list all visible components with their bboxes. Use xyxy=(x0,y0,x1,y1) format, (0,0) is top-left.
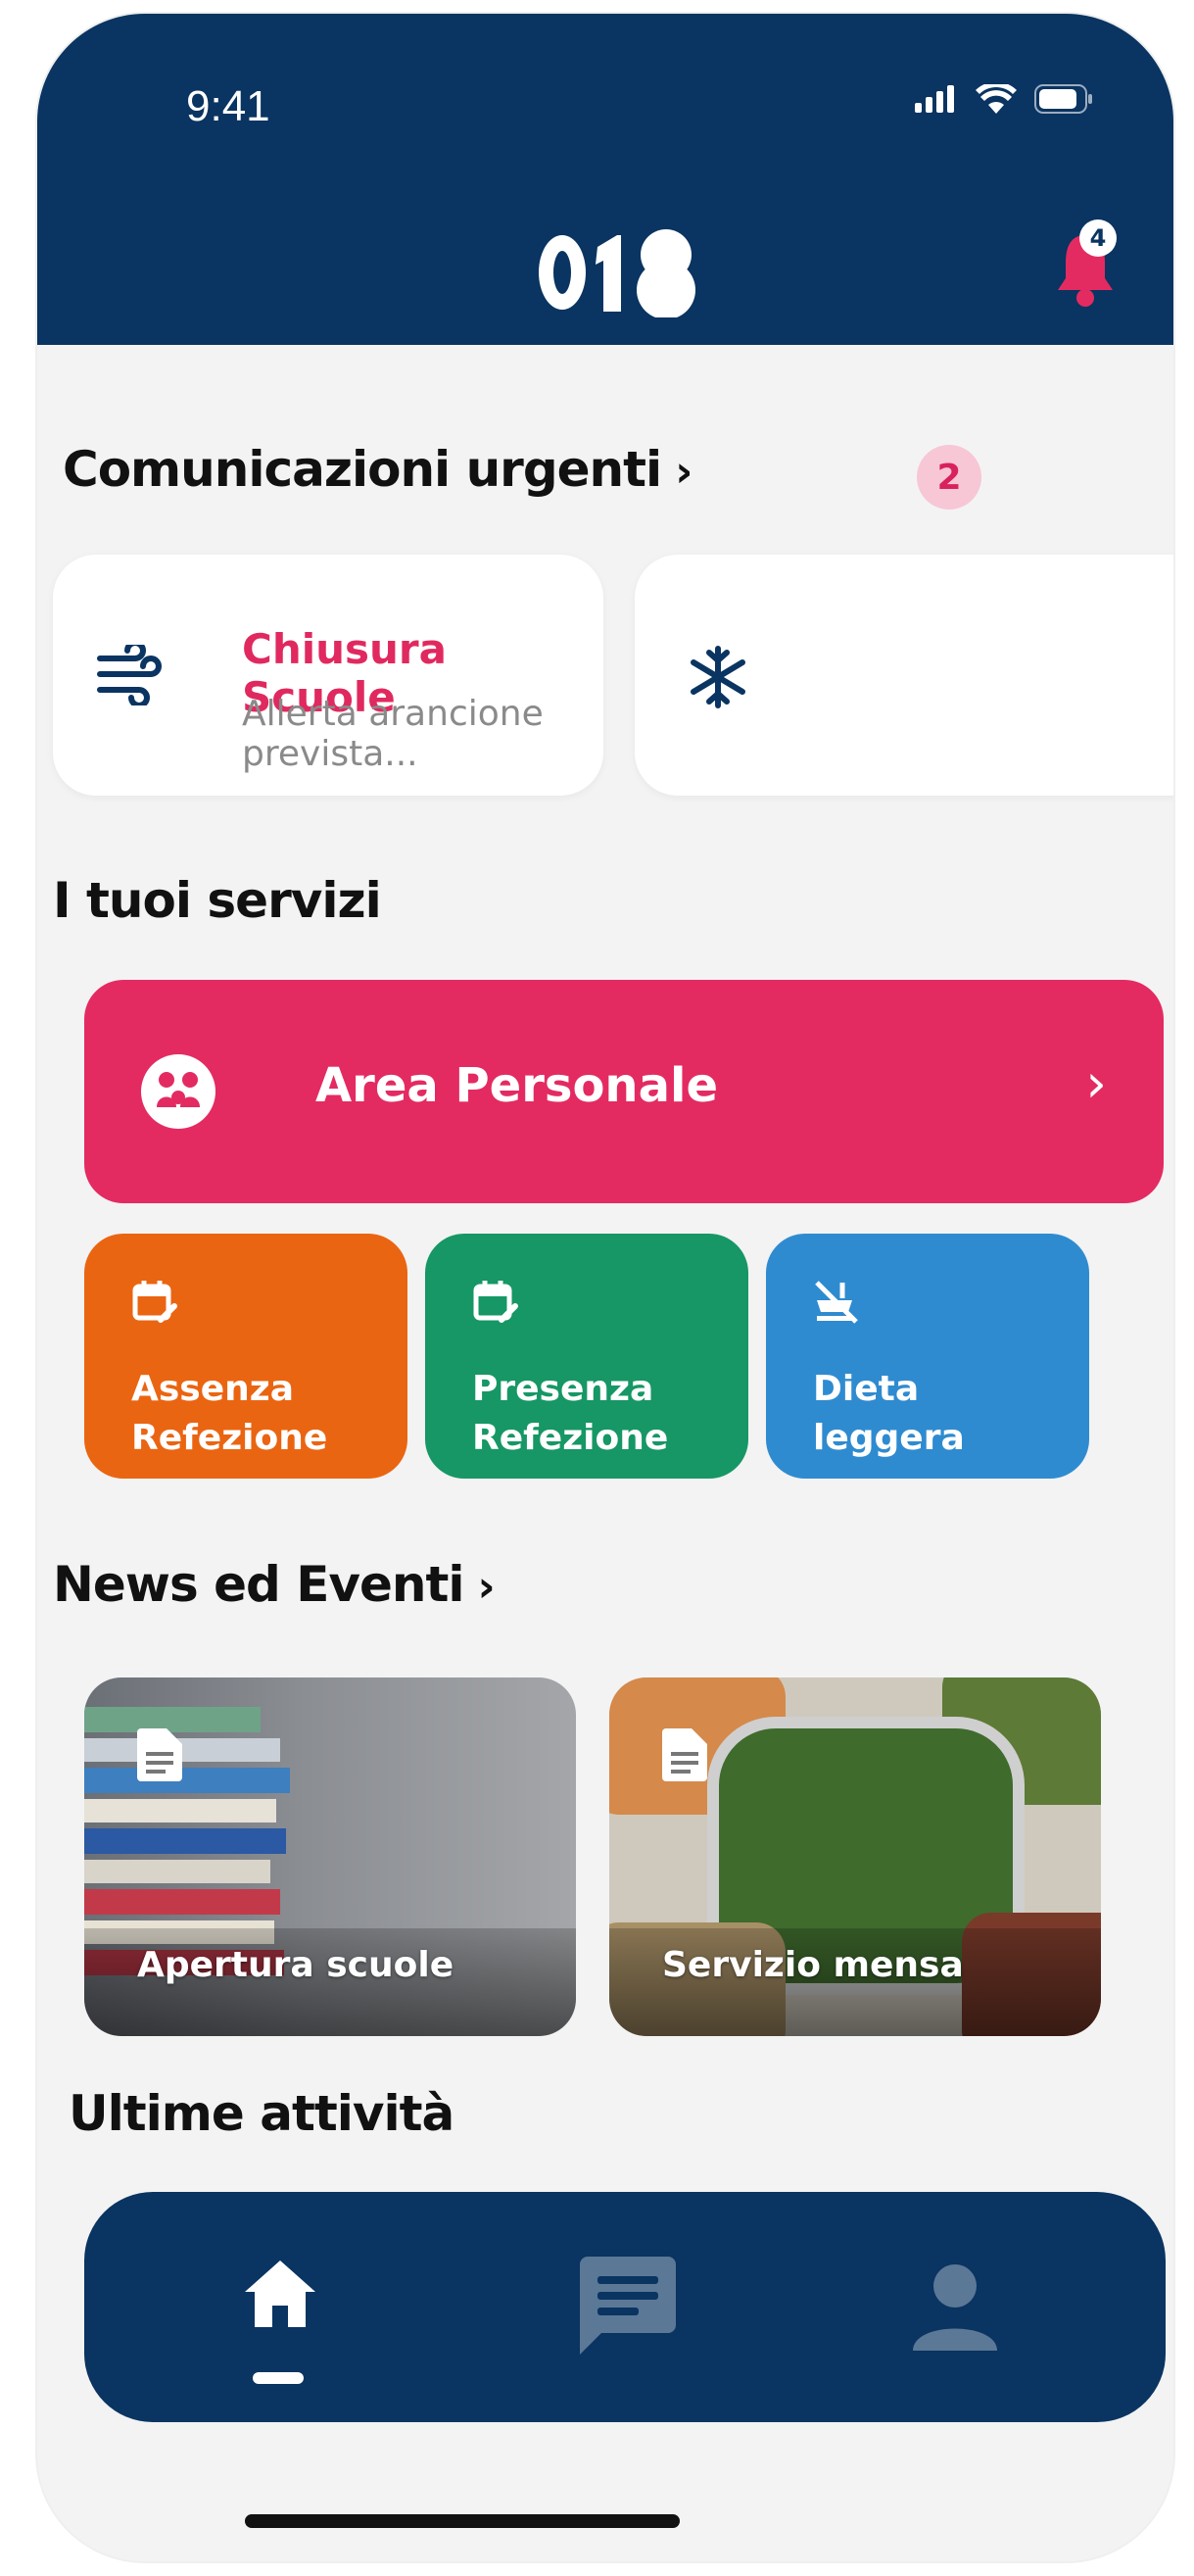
news-card-apertura[interactable]: Apertura scuole xyxy=(84,1677,576,2036)
news-label: Apertura scuole xyxy=(137,1945,454,1985)
document-icon xyxy=(137,1728,182,1781)
services-section-title: I tuoi servizi xyxy=(53,872,382,929)
document-icon xyxy=(662,1728,707,1781)
news-title-text: News ed Eventi xyxy=(53,1556,465,1613)
snowflake-icon xyxy=(691,646,745,708)
urgent-title-text: Comunicazioni urgenti xyxy=(63,441,662,498)
no-food-icon xyxy=(815,1281,858,1324)
status-time: 9:41 xyxy=(186,82,270,130)
chevron-right-icon: › xyxy=(477,1562,496,1612)
nav-profile[interactable] xyxy=(911,2260,1009,2358)
wifi-icon xyxy=(976,84,1017,114)
calendar-edit-icon xyxy=(132,1281,177,1323)
news-label: Servizio mensa xyxy=(662,1945,964,1985)
family-icon xyxy=(141,1054,215,1129)
urgent-card-subtitle: Allerta arancione prevista... xyxy=(242,694,544,774)
nav-messages[interactable] xyxy=(574,2253,682,2360)
news-card-mensa[interactable]: Servizio mensa xyxy=(609,1677,1101,2036)
dieta-leggera-tile[interactable]: Dieta leggera xyxy=(766,1234,1089,1479)
area-personale-label: Area Personale xyxy=(315,1058,718,1113)
activities-section-title: Ultime attività xyxy=(69,2085,454,2142)
battery-icon xyxy=(1034,84,1092,114)
active-indicator xyxy=(253,2372,304,2384)
notification-badge: 4 xyxy=(1079,219,1117,257)
tile-label: Presenza Refezione xyxy=(472,1369,669,1458)
phone-screen: 9:41 4 Comunicazioni urgenti › 2 Chiusur… xyxy=(37,14,1173,2561)
home-indicator xyxy=(245,2514,680,2528)
urgent-card-chiusura[interactable]: Chiusura Scuole Allerta arancione previs… xyxy=(53,555,603,796)
home-icon xyxy=(245,2260,315,2327)
chevron-right-icon: › xyxy=(1085,1052,1107,1114)
wind-icon xyxy=(97,645,162,705)
nav-home[interactable] xyxy=(231,2257,329,2394)
urgent-card-second[interactable] xyxy=(635,555,1173,796)
chevron-right-icon: › xyxy=(675,447,693,497)
urgent-count-badge: 2 xyxy=(917,445,981,510)
bottom-nav xyxy=(84,2192,1166,2422)
chat-icon xyxy=(580,2257,676,2355)
app-header: 9:41 4 xyxy=(37,14,1173,345)
area-personale-button[interactable]: Area Personale › xyxy=(84,980,1164,1203)
profile-icon xyxy=(913,2264,997,2351)
calendar-edit-icon xyxy=(473,1281,518,1323)
signal-icon xyxy=(915,85,954,113)
assenza-refezione-tile[interactable]: Assenza Refezione xyxy=(84,1234,407,1479)
tile-label: Assenza Refezione xyxy=(131,1369,328,1458)
status-icons xyxy=(915,84,1095,114)
presenza-refezione-tile[interactable]: Presenza Refezione xyxy=(425,1234,748,1479)
app-logo xyxy=(539,229,695,317)
tile-label: Dieta leggera xyxy=(813,1369,965,1458)
urgent-section-title[interactable]: Comunicazioni urgenti › xyxy=(63,441,693,498)
news-section-title[interactable]: News ed Eventi › xyxy=(53,1556,496,1613)
